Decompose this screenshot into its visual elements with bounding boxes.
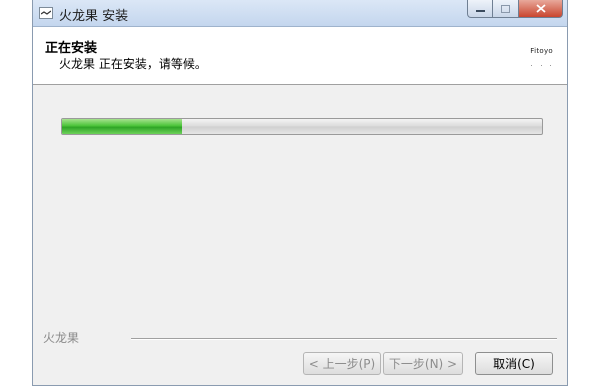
logo-dots — [531, 65, 551, 67]
close-button[interactable] — [519, 0, 563, 18]
close-icon — [535, 4, 546, 13]
maximize-icon — [501, 4, 510, 13]
window-title: 火龙果 安装 — [59, 9, 129, 24]
app-icon — [39, 7, 53, 19]
install-progress-bar — [61, 118, 543, 135]
cancel-button[interactable]: 取消(C) — [475, 352, 553, 375]
back-button[interactable]: < 上一步(P) — [303, 352, 381, 375]
caption-buttons — [467, 0, 563, 19]
page-subtitle: 火龙果 正在安装，请等候。 — [59, 57, 207, 71]
minimize-button[interactable] — [467, 0, 493, 18]
footer-divider — [131, 338, 557, 340]
page-title: 正在安装 — [45, 41, 98, 56]
brand-logo: Fitoyo — [530, 47, 553, 55]
minimize-icon — [475, 9, 485, 12]
progress-fill — [62, 119, 182, 134]
maximize-button[interactable] — [493, 0, 519, 18]
next-button[interactable]: 下一步(N) > — [383, 352, 463, 375]
header-panel: 正在安装 火龙果 正在安装，请等候。 Fitoyo — [33, 27, 567, 85]
installer-window: 火龙果 安装 正在安装 火龙果 正在安装，请等候。 Fitoyo 火龙果 < 上… — [32, 0, 568, 386]
footer-brand: 火龙果 — [43, 331, 80, 345]
title-bar[interactable]: 火龙果 安装 — [33, 0, 567, 27]
